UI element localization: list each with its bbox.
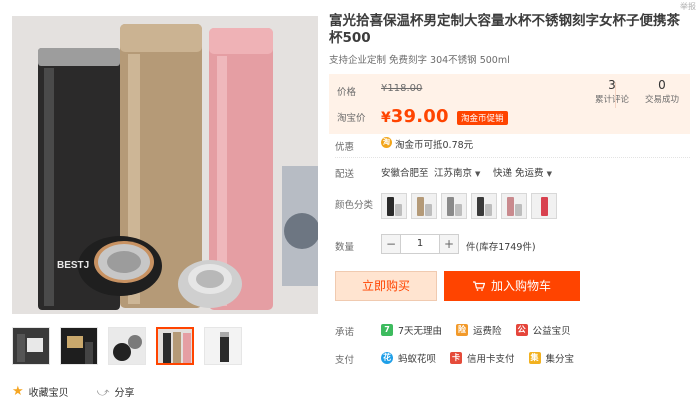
promise-text: 7天无理由 [398, 326, 443, 337]
current-price: ¥39.00 [381, 106, 449, 127]
chevron-down-icon: ▼ [475, 170, 481, 178]
payment-text: 集分宝 [545, 354, 575, 365]
color-swatch-pink-open[interactable] [501, 193, 527, 219]
payment-label: 支付 [335, 355, 355, 366]
thumbnail-5[interactable] [204, 327, 242, 365]
color-swatch-black-open[interactable] [471, 193, 497, 219]
share-button[interactable]: ⤻ 分享 [96, 384, 135, 400]
shipping-fee: 免运费 [515, 168, 544, 179]
decrease-button[interactable]: − [381, 234, 401, 254]
color-label: 颜色分类 [335, 200, 374, 211]
cart-icon [472, 281, 485, 291]
swatch-thumbnail-icon [442, 194, 466, 218]
stat-divider [615, 82, 616, 108]
report-link[interactable]: 举报 [680, 1, 696, 12]
share-label: 分享 [114, 388, 135, 399]
sales-count-stat: 0 交易成功 [638, 78, 686, 105]
color-swatch-red[interactable] [531, 193, 557, 219]
buy-now-button[interactable]: 立即购买 [335, 271, 437, 301]
promise-text: 运费险 [473, 326, 502, 337]
charity-icon: 公 [515, 324, 528, 336]
currency-symbol: ¥ [381, 110, 391, 126]
review-count-stat[interactable]: 3 累计评论 [588, 78, 636, 105]
promise-list: 7 7天无理由 险运费险 公公益宝贝 [381, 323, 585, 337]
main-image-brand-text: BESTJ [57, 260, 90, 271]
ship-from: 安徽合肥 [381, 168, 420, 179]
review-count: 3 [608, 78, 616, 92]
color-swatch-silver[interactable] [441, 193, 467, 219]
payment-huabei[interactable]: 花蚂蚁花呗 [381, 351, 436, 365]
shipping-method: 快递 [493, 168, 513, 179]
stock-text: 件(库存1749件) [466, 242, 536, 253]
taobao-coin-icon: 淘 [381, 137, 392, 148]
divider [335, 157, 690, 158]
credit-card-icon: 卡 [450, 352, 463, 364]
thumbnail-4[interactable] [156, 327, 194, 365]
thumbnail-1[interactable] [12, 327, 50, 365]
shipping-label: 配送 [335, 169, 355, 180]
share-icon: ⤻ [96, 384, 110, 399]
seven-day-icon: 7 [381, 324, 393, 336]
swatch-thumbnail-icon [382, 194, 406, 218]
payment-jifenbao[interactable]: 集集分宝 [528, 351, 575, 365]
promotion-label: 优惠 [335, 142, 355, 153]
favorite-button[interactable]: ★ 收藏宝贝 [12, 383, 69, 400]
promise-seven-day[interactable]: 7 7天无理由 [381, 323, 442, 337]
jifenbao-icon: 集 [528, 352, 541, 364]
price-box: 价格 ¥118.00 淘宝价 ¥39.00 淘金币促销 3 累计评论 0 交易成… [329, 74, 690, 134]
star-icon: ★ [12, 383, 24, 399]
gallery-actions: ★ 收藏宝贝 ⤻ 分享 [12, 383, 135, 400]
promise-text: 公益宝贝 [532, 326, 571, 337]
original-price-label: 价格 [337, 87, 357, 98]
color-swatch-gold-open[interactable] [411, 193, 437, 219]
shipping-method-selector[interactable]: 快递 免运费 ▼ [493, 165, 552, 179]
swatch-thumbnail-icon [502, 194, 526, 218]
quantity-label: 数量 [335, 242, 355, 253]
current-price-label: 淘宝价 [337, 113, 366, 124]
payment-credit-card[interactable]: 卡信用卡支付 [450, 351, 515, 365]
payment-text: 信用卡支付 [467, 354, 515, 365]
thumbnail-strip [12, 327, 242, 365]
promotion-text: 淘金币可抵0.78元 [395, 140, 474, 151]
ship-to-word: 至 [419, 168, 429, 179]
promise-shipping-insurance[interactable]: 险运费险 [456, 323, 502, 337]
main-product-image: BESTJ [12, 16, 318, 314]
favorite-label: 收藏宝贝 [28, 388, 69, 399]
product-subtitle: 支持企业定制 免费刻字 304不锈钢 500ml [329, 55, 510, 66]
chevron-down-icon: ▼ [546, 170, 552, 178]
add-to-cart-label: 加入购物车 [490, 279, 551, 293]
payment-list: 花蚂蚁花呗 卡信用卡支付 集集分宝 [381, 351, 588, 365]
quantity-input[interactable]: 1 [401, 234, 439, 254]
sales-count: 0 [658, 78, 666, 92]
promo-tag: 淘金币促销 [457, 111, 508, 125]
original-price: ¥118.00 [381, 83, 423, 94]
review-count-label: 累计评论 [594, 95, 629, 105]
color-swatch-list [381, 193, 557, 219]
quantity-stepper: − 1 + [381, 234, 459, 254]
increase-button[interactable]: + [439, 234, 459, 254]
destination-text: 江苏南京 [434, 168, 473, 179]
swatch-thumbnail-icon [532, 194, 556, 218]
swatch-thumbnail-icon [412, 194, 436, 218]
thumbnail-3[interactable] [108, 327, 146, 365]
sales-count-label: 交易成功 [644, 95, 679, 105]
product-title: 富光拾喜保温杯男定制大容量水杯不锈钢刻字女杯子便携茶杯500 [329, 13, 680, 46]
promise-charity[interactable]: 公公益宝贝 [515, 323, 571, 337]
current-price-value: 39.00 [390, 106, 449, 127]
destination-selector[interactable]: 江苏南京 ▼ [434, 165, 480, 179]
swatch-thumbnail-icon [472, 194, 496, 218]
huabei-icon: 花 [381, 352, 393, 364]
thumbnail-2[interactable] [60, 327, 98, 365]
payment-text: 蚂蚁花呗 [398, 354, 437, 365]
color-swatch-black[interactable] [381, 193, 407, 219]
add-to-cart-button[interactable]: 加入购物车 [444, 271, 580, 301]
insurance-icon: 险 [456, 324, 469, 336]
promise-label: 承诺 [335, 327, 355, 338]
